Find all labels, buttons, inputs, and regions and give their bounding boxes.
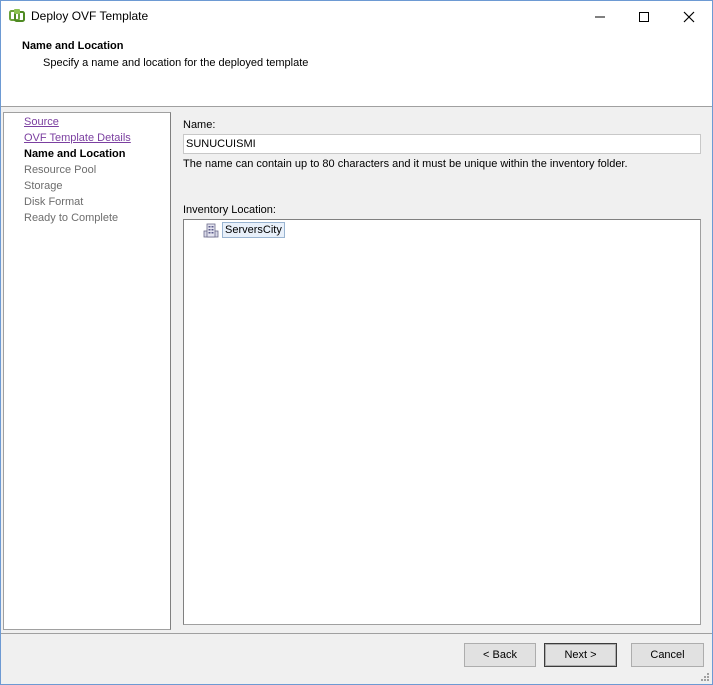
minimize-button[interactable] bbox=[577, 1, 623, 32]
next-button[interactable]: Next > bbox=[544, 643, 617, 667]
step-ovf-template-details[interactable]: OVF Template Details bbox=[24, 132, 131, 144]
wizard-steps-pane: Source OVF Template Details Name and Loc… bbox=[3, 112, 171, 630]
resize-grip-icon[interactable] bbox=[700, 672, 710, 682]
back-button[interactable]: < Back bbox=[464, 643, 536, 667]
tree-node-serverscity[interactable]: ServersCity bbox=[203, 221, 285, 238]
title-bar[interactable]: Deploy OVF Template bbox=[1, 1, 712, 32]
step-source[interactable]: Source bbox=[24, 116, 59, 128]
page-title: Name and Location bbox=[22, 40, 124, 52]
step-disk-format: Disk Format bbox=[24, 196, 84, 208]
step-storage: Storage bbox=[24, 180, 63, 192]
inventory-location-label: Inventory Location: bbox=[183, 204, 276, 216]
step-ready-to-complete: Ready to Complete bbox=[24, 212, 119, 224]
maximize-icon bbox=[639, 11, 649, 22]
datacenter-icon bbox=[203, 222, 219, 238]
wizard-footer: < Back Next > Cancel bbox=[1, 633, 712, 684]
deploy-ovf-dialog: Deploy OVF Template Name and Location Sp… bbox=[0, 0, 713, 685]
inventory-tree[interactable]: ServersCity bbox=[183, 219, 701, 625]
cancel-button[interactable]: Cancel bbox=[631, 643, 704, 667]
page-subtitle: Specify a name and location for the depl… bbox=[43, 57, 309, 69]
vsphere-app-icon bbox=[9, 8, 25, 24]
minimize-icon bbox=[595, 16, 605, 17]
close-icon bbox=[683, 11, 695, 22]
step-name-and-location: Name and Location bbox=[24, 148, 126, 160]
wizard-header: Name and Location Specify a name and loc… bbox=[1, 32, 712, 107]
close-button[interactable] bbox=[666, 1, 712, 32]
maximize-button[interactable] bbox=[621, 1, 667, 32]
wizard-content: Name: The name can contain up to 80 char… bbox=[173, 112, 710, 630]
name-hint: The name can contain up to 80 characters… bbox=[183, 158, 628, 170]
window-title: Deploy OVF Template bbox=[31, 9, 149, 23]
step-resource-pool: Resource Pool bbox=[24, 164, 97, 176]
name-field[interactable] bbox=[183, 134, 701, 154]
name-label: Name: bbox=[183, 119, 216, 131]
tree-node-label[interactable]: ServersCity bbox=[222, 221, 285, 238]
